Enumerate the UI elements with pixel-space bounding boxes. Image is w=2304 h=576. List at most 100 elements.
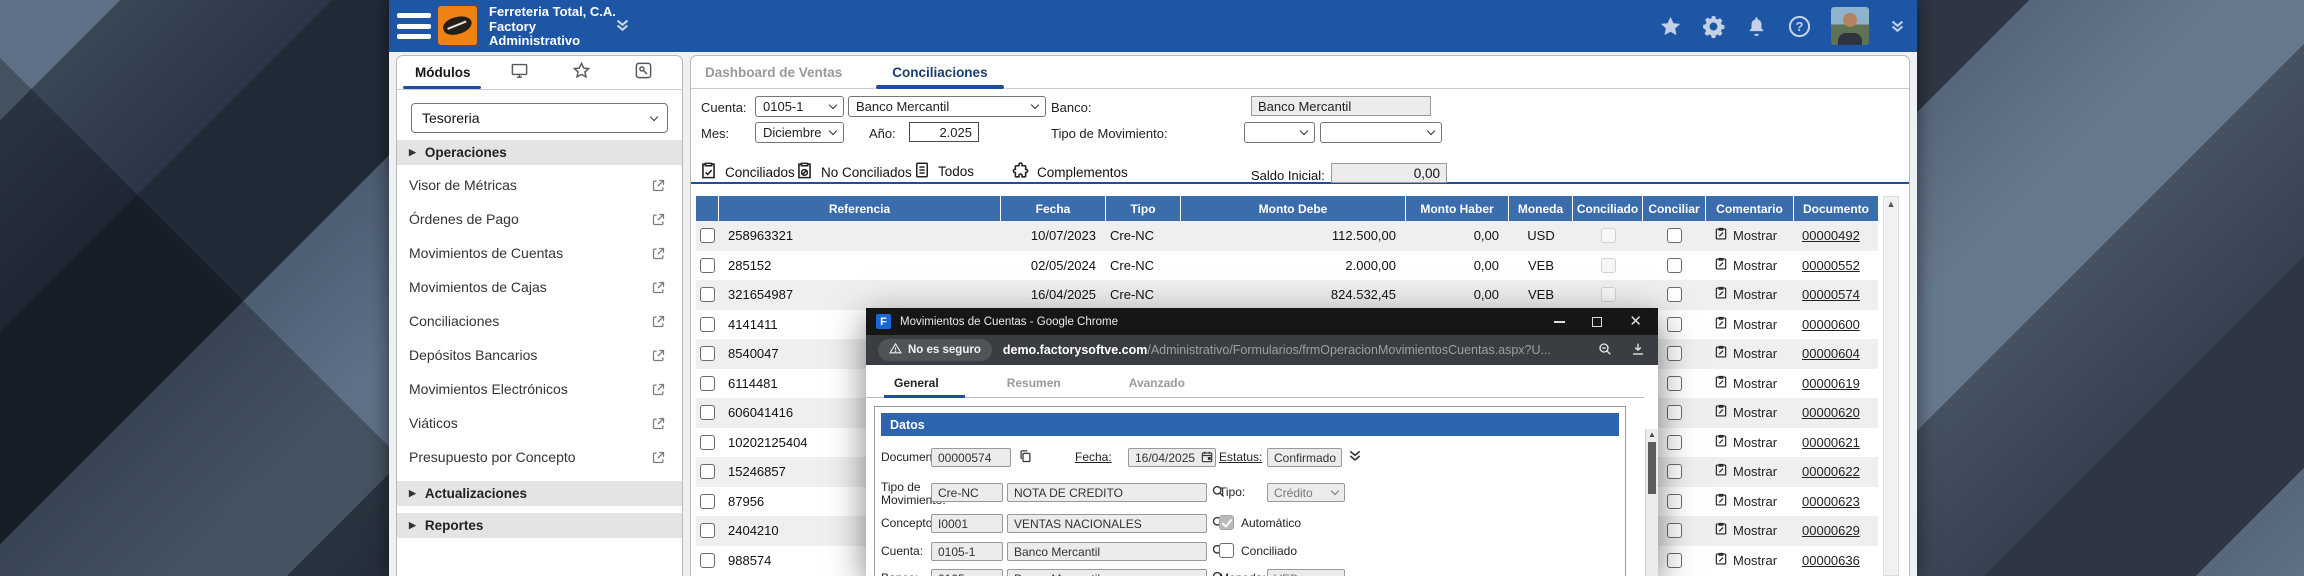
documento-link[interactable]: 00000552 — [1802, 258, 1860, 273]
col-tipo[interactable]: Tipo — [1106, 196, 1181, 221]
table-scrollbar[interactable]: ▲ — [1883, 196, 1899, 576]
estatus-input[interactable]: Confirmado — [1267, 448, 1342, 467]
sidebar-item-8[interactable]: Presupuesto por Concepto — [397, 440, 682, 474]
documento-link[interactable]: 00000574 — [1802, 287, 1860, 302]
conciliar-checkbox[interactable] — [1667, 435, 1682, 450]
row-checkbox[interactable] — [700, 435, 715, 450]
tipo-movimiento-name-select[interactable] — [1320, 122, 1442, 143]
col-conciliar[interactable]: Conciliar — [1643, 196, 1706, 221]
tipo-movimiento-name-input[interactable]: NOTA DE CREDITO — [1007, 483, 1207, 502]
documento-link[interactable]: 00000621 — [1802, 435, 1860, 450]
monitor-icon[interactable] — [510, 61, 529, 85]
tab-resumen[interactable]: Resumen — [1005, 371, 1063, 397]
sidebar-item-0[interactable]: Visor de Métricas — [397, 168, 682, 202]
minimize-icon[interactable] — [1554, 321, 1565, 323]
mostrar-link[interactable]: Mostrar — [1706, 221, 1794, 251]
automatico-checkbox[interactable] — [1219, 515, 1234, 530]
mes-select[interactable]: Diciembre — [755, 122, 844, 143]
concepto-code-input[interactable]: I0001 — [931, 514, 1003, 533]
url-bar[interactable]: demo.factorysoftve.com/Administrativo/Fo… — [1003, 343, 1586, 357]
conciliado-checkbox[interactable] — [1219, 543, 1234, 558]
conciliados-button[interactable]: Conciliados — [699, 161, 795, 183]
documento-link[interactable]: 00000636 — [1802, 553, 1860, 568]
mostrar-link[interactable]: Mostrar — [1706, 339, 1794, 369]
todos-button[interactable]: Todos — [913, 161, 974, 182]
row-checkbox[interactable] — [700, 464, 715, 479]
mostrar-link[interactable]: Mostrar — [1706, 398, 1794, 428]
col-documento[interactable]: Documento — [1794, 196, 1878, 221]
mostrar-link[interactable]: Mostrar — [1706, 310, 1794, 340]
expand-chevron-double-icon[interactable] — [1347, 448, 1363, 464]
banco-code-input[interactable]: 0105 — [931, 569, 1003, 576]
documento-link[interactable]: 00000622 — [1802, 464, 1860, 479]
col-comentario[interactable]: Comentario — [1706, 196, 1794, 221]
row-checkbox[interactable] — [700, 553, 715, 568]
conciliar-checkbox[interactable] — [1667, 346, 1682, 361]
conciliar-checkbox[interactable] — [1667, 287, 1682, 302]
conciliar-checkbox[interactable] — [1667, 258, 1682, 273]
scroll-up-arrow-icon[interactable]: ▲ — [1884, 197, 1898, 211]
col-monto-haber[interactable]: Monto Haber — [1406, 196, 1509, 221]
help-icon[interactable]: ? — [1787, 14, 1812, 39]
tab-avanzado[interactable]: Avanzado — [1127, 371, 1187, 397]
popup-scrollbar[interactable]: ▲ — [1645, 429, 1658, 576]
row-checkbox[interactable] — [700, 317, 715, 332]
scrollbar-thumb[interactable] — [1648, 442, 1656, 494]
banco-input[interactable]: Banco Mercantil — [1251, 96, 1431, 116]
star-outline-icon[interactable] — [572, 61, 591, 85]
cuenta-code-select[interactable]: 0105-1 — [755, 96, 844, 117]
menu-hamburger-icon[interactable] — [397, 13, 431, 39]
col-conciliado[interactable]: Conciliado — [1573, 196, 1643, 221]
sidebar-item-1[interactable]: Órdenes de Pago — [397, 202, 682, 236]
anio-input[interactable]: 2.025 — [909, 122, 979, 142]
sidebar-item-7[interactable]: Viáticos — [397, 406, 682, 440]
documento-link[interactable]: 00000620 — [1802, 405, 1860, 420]
favorites-star-icon[interactable] — [1659, 15, 1682, 38]
mostrar-link[interactable]: Mostrar — [1706, 516, 1794, 546]
conciliar-checkbox[interactable] — [1667, 553, 1682, 568]
cuenta-name-input[interactable]: Banco Mercantil — [1007, 542, 1207, 561]
documento-link[interactable]: 00000604 — [1802, 346, 1860, 361]
title-chevron-double-down-icon[interactable] — [613, 17, 632, 39]
settings-gear-icon[interactable] — [1701, 14, 1726, 39]
row-checkbox[interactable] — [700, 228, 715, 243]
cuenta-name-select[interactable]: Banco Mercantil — [848, 96, 1046, 117]
banco-name-input[interactable]: Banco Mercantil — [1007, 569, 1207, 576]
row-checkbox[interactable] — [700, 258, 715, 273]
row-checkbox[interactable] — [700, 523, 715, 538]
sidebar-item-5[interactable]: Depósitos Bancarios — [397, 338, 682, 372]
row-checkbox[interactable] — [700, 287, 715, 302]
cuenta-code-input[interactable]: 0105-1 — [931, 542, 1003, 561]
documento-input[interactable]: 00000574 — [931, 448, 1011, 467]
tipo-select[interactable]: Crédito — [1267, 483, 1345, 502]
fecha-label[interactable]: Fecha: — [1075, 451, 1112, 464]
mostrar-link[interactable]: Mostrar — [1706, 369, 1794, 399]
saldo-inicial-input[interactable]: 0,00 — [1331, 163, 1447, 183]
moneda-select[interactable]: VEB — [1267, 569, 1345, 576]
section-actualizaciones[interactable]: ▶ Actualizaciones — [397, 481, 682, 506]
section-operaciones[interactable]: ▶ Operaciones — [397, 140, 682, 165]
row-checkbox[interactable] — [700, 405, 715, 420]
maximize-icon[interactable] — [1592, 317, 1602, 327]
row-checkbox[interactable] — [700, 494, 715, 509]
mostrar-link[interactable]: Mostrar — [1706, 487, 1794, 517]
conciliar-checkbox[interactable] — [1667, 228, 1682, 243]
documento-link[interactable]: 00000492 — [1802, 228, 1860, 243]
tipo-movimiento-code-input[interactable]: Cre-NC — [931, 483, 1003, 502]
tab-conciliaciones[interactable]: Conciliaciones — [890, 57, 989, 88]
user-avatar[interactable] — [1831, 7, 1869, 45]
conciliar-checkbox[interactable] — [1667, 464, 1682, 479]
mostrar-link[interactable]: Mostrar — [1706, 280, 1794, 310]
documento-link[interactable]: 00000623 — [1802, 494, 1860, 509]
notifications-bell-icon[interactable] — [1745, 15, 1768, 38]
sidebar-item-6[interactable]: Movimientos Electrónicos — [397, 372, 682, 406]
popup-titlebar[interactable]: F Movimientos de Cuentas - Google Chrome… — [866, 308, 1658, 335]
tab-dashboard-de-ventas[interactable]: Dashboard de Ventas — [703, 57, 844, 88]
col-referencia[interactable]: Referencia — [719, 196, 1001, 221]
documento-link[interactable]: 00000629 — [1802, 523, 1860, 538]
tipo-movimiento-code-select[interactable] — [1244, 122, 1315, 143]
sidebar-item-3[interactable]: Movimientos de Cajas — [397, 270, 682, 304]
col-fecha[interactable]: Fecha — [1001, 196, 1106, 221]
calendar-icon[interactable] — [1200, 450, 1214, 464]
conciliar-checkbox[interactable] — [1667, 405, 1682, 420]
